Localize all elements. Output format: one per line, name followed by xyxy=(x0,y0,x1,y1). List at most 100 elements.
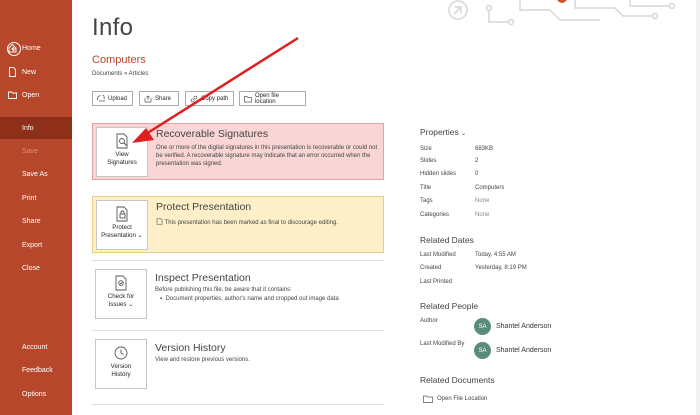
version-description: View and restore previous versions. xyxy=(155,357,250,363)
divider xyxy=(92,330,384,331)
page-title: Info xyxy=(92,14,134,41)
chevron-down-icon: ⌄ xyxy=(461,131,467,137)
avatar[interactable]: SA xyxy=(474,342,491,359)
sidebar-item-label: Home xyxy=(22,44,41,52)
sidebar-item-save-as[interactable]: Save As xyxy=(0,164,72,184)
prop-key-slides: Slides xyxy=(420,158,437,164)
sidebar-item-share[interactable]: Share xyxy=(0,211,72,231)
signatures-description: One or more of the digital signatures in… xyxy=(156,145,378,167)
signature-document-icon xyxy=(116,133,128,149)
related-people-heading: Related People xyxy=(420,301,479,311)
modified-by-name[interactable]: Shantel Anderson xyxy=(496,347,551,354)
sidebar-item-label: Save As xyxy=(22,170,48,178)
open-file-location-label: Open File Location xyxy=(437,396,488,402)
view-signatures-label-2: Signatures xyxy=(107,159,137,166)
sidebar-item-feedback[interactable]: Feedback xyxy=(0,360,72,380)
sidebar-item-label: Save xyxy=(22,147,38,155)
prop-val-categories[interactable]: None xyxy=(475,212,489,218)
sidebar-item-label: Close xyxy=(22,264,40,272)
open-location-label: Open file location xyxy=(254,92,279,105)
protect-presentation-button[interactable]: Protect Presentation ⌄ xyxy=(96,200,148,250)
view-signatures-button[interactable]: View Signatures xyxy=(96,127,148,177)
prop-key-hidden-slides: Hidden slides xyxy=(420,171,457,177)
check-for-issues-button[interactable]: Check for Issues ⌄ xyxy=(95,269,147,319)
sidebar-item-print[interactable]: Print xyxy=(0,188,72,208)
sidebar-item-label: Print xyxy=(22,194,37,202)
signatures-title: Recoverable Signatures xyxy=(156,128,269,140)
inspect-description: Before publishing this file, be aware th… xyxy=(155,287,292,293)
sidebar-item-close[interactable]: Close xyxy=(0,258,72,278)
sidebar-item-label: Options xyxy=(22,390,47,398)
breadcrumb: Documents » Articles xyxy=(92,71,149,77)
check-issues-label-1: Check for xyxy=(107,293,135,300)
sidebar-item-open[interactable]: Open xyxy=(0,85,72,105)
prop-key-size: Size xyxy=(420,146,432,152)
protect-presentation-card: Protect Presentation ⌄ Protect Presentati… xyxy=(92,196,384,253)
prop-val-tags[interactable]: None xyxy=(475,198,489,204)
sidebar-item-info[interactable]: Info xyxy=(0,117,72,139)
version-history-button[interactable]: Version History xyxy=(95,339,147,389)
prop-val-slides: 2 xyxy=(475,158,479,164)
inspect-title: Inspect Presentation xyxy=(155,272,251,284)
share-button[interactable]: Share xyxy=(139,91,179,106)
protect-label-1: Protect xyxy=(112,224,132,231)
author-key: Author xyxy=(420,318,438,324)
version-history-card: Version History Version History View and … xyxy=(92,336,384,396)
prop-val-title[interactable]: Computers xyxy=(475,185,504,191)
open-file-location-link[interactable]: Open File Location xyxy=(423,395,487,403)
sidebar-item-label: Share xyxy=(22,217,41,225)
scrollbar[interactable] xyxy=(696,0,700,415)
properties-heading[interactable]: Properties ⌄ xyxy=(420,127,466,137)
sidebar-item-label: New xyxy=(22,68,37,76)
copy-path-label: Copy path xyxy=(201,95,229,102)
copy-path-button[interactable]: Copy path xyxy=(185,91,234,106)
upload-button[interactable]: Upload xyxy=(92,91,133,106)
sidebar-item-label: Info xyxy=(22,124,34,132)
sidebar-item-export[interactable]: Export xyxy=(0,235,72,255)
sidebar-item-options[interactable]: Options xyxy=(0,384,72,404)
share-icon xyxy=(144,95,152,102)
open-file-location-button[interactable]: Open file location xyxy=(239,91,306,106)
date-val-last-modified: Today, 4:55 AM xyxy=(475,252,516,258)
folder-icon xyxy=(423,395,433,403)
related-documents-heading: Related Documents xyxy=(420,375,495,385)
prop-val-hidden-slides: 0 xyxy=(475,171,479,177)
sidebar-item-new[interactable]: New xyxy=(0,62,72,82)
version-title: Version History xyxy=(155,342,226,354)
chevron-down-icon: ⌄ xyxy=(137,232,143,239)
document-check-icon xyxy=(156,218,163,225)
sidebar-item-home[interactable]: Home xyxy=(0,38,72,58)
modified-by-key: Last Modified By xyxy=(420,341,465,347)
inspect-bullet-text: Document properties, author's name and c… xyxy=(165,296,339,302)
folder-icon xyxy=(8,91,17,99)
chevron-down-icon: ⌄ xyxy=(128,301,134,308)
sidebar-item-label: Export xyxy=(22,241,43,249)
inspect-document-icon xyxy=(115,275,127,291)
date-key-created: Created xyxy=(420,265,442,271)
sidebar-item-account[interactable]: Account xyxy=(0,337,72,357)
sidebar-item-label: Open xyxy=(22,91,40,99)
protect-title: Protect Presentation xyxy=(156,201,252,213)
link-icon xyxy=(190,95,198,102)
circuit-decoration-icon xyxy=(448,0,676,26)
share-label: Share xyxy=(155,95,172,102)
sidebar-item-save: Save xyxy=(0,141,72,161)
related-dates-heading: Related Dates xyxy=(420,235,474,245)
folder-icon xyxy=(244,95,252,102)
new-document-icon xyxy=(9,67,16,77)
divider xyxy=(92,404,384,405)
inspect-presentation-card: Check for Issues ⌄ Inspect Presentation B… xyxy=(92,266,384,326)
protect-label-2: Presentation xyxy=(101,232,136,239)
properties-heading-label: Properties xyxy=(420,127,459,137)
backstage-sidebar: Home New Open Info Save Save As Print Sh… xyxy=(0,0,72,415)
date-key-last-printed: Last Printed xyxy=(420,279,453,285)
author-name[interactable]: Shantel Anderson xyxy=(496,323,551,330)
divider xyxy=(92,260,384,261)
prop-key-categories: Categories xyxy=(420,212,450,218)
protect-description-row: This presentation has been marked as fin… xyxy=(156,218,382,228)
avatar[interactable]: SA xyxy=(474,318,491,335)
version-label-1: Version xyxy=(110,363,132,370)
version-label-2: History xyxy=(111,371,131,378)
home-icon xyxy=(8,43,17,53)
lock-document-icon xyxy=(116,206,128,222)
